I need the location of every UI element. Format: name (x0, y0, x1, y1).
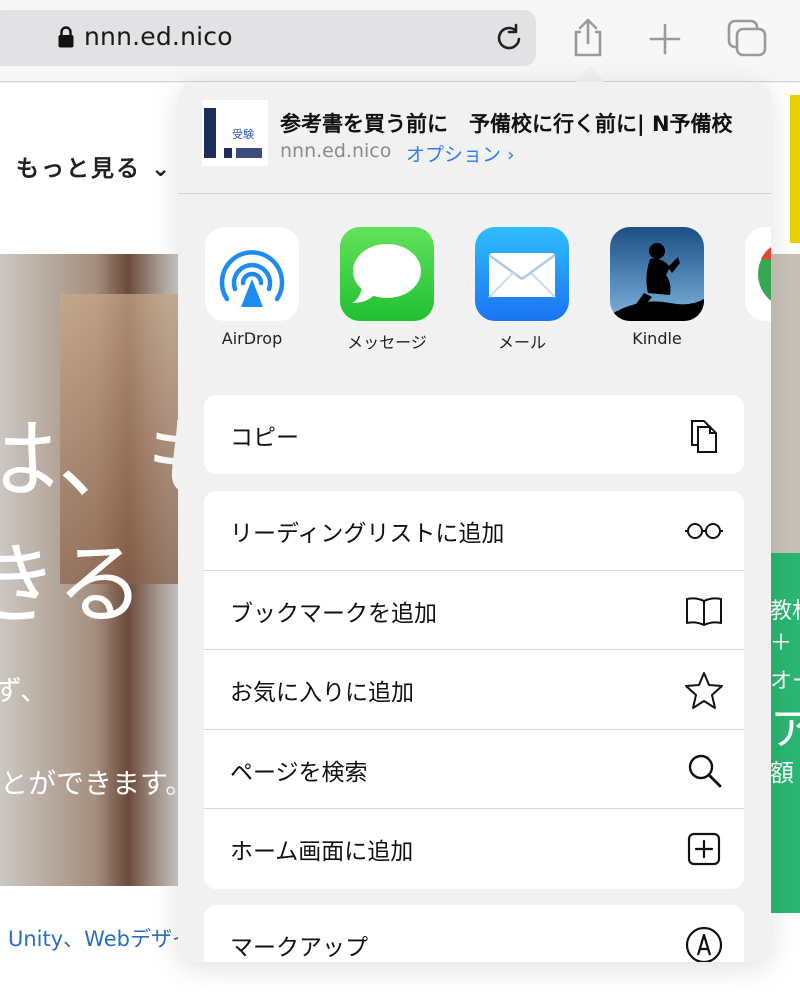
book-icon (686, 596, 722, 626)
hero-text-line1: ず、 (0, 674, 49, 707)
tabs-icon[interactable] (725, 18, 769, 58)
action-label: ページを検索 (230, 759, 368, 786)
app-mail[interactable]: メール (474, 227, 570, 353)
star-icon (685, 672, 723, 710)
banner-text: オー (770, 669, 800, 694)
course-link[interactable]: Unity、Webデザイ (8, 923, 193, 953)
add-square-icon (687, 833, 721, 866)
copy-group: コピー (204, 395, 744, 474)
url-text[interactable]: nnn.ed.nico (84, 22, 233, 51)
banner-text: ア (770, 704, 800, 755)
app-label: Kindle (632, 329, 682, 348)
banner-text: 額 1 (770, 759, 800, 787)
popover-arrow (574, 66, 606, 83)
side-banner (790, 95, 800, 243)
kindle-icon (610, 243, 704, 321)
action-copy[interactable]: コピー (204, 395, 744, 474)
markup-icon (685, 926, 723, 962)
app-messages[interactable]: メッセージ (339, 227, 435, 353)
browser-toolbar: nnn.ed.nico (0, 0, 800, 82)
page-thumbnail: 受験 (202, 100, 268, 166)
airdrop-icon (219, 250, 285, 307)
action-label: ブックマークを追加 (230, 600, 437, 627)
chrome-icon (758, 246, 771, 301)
action-label: ホーム画面に追加 (230, 839, 414, 866)
share-sheet-header: 受験 参考書を買う前に 予備校に行く前に| N予備校 nnn.ed.nico オ… (178, 82, 771, 194)
search-icon (688, 754, 722, 788)
share-icon[interactable] (570, 18, 606, 58)
address-bar[interactable] (0, 10, 536, 66)
action-favorites[interactable]: お気に入りに追加 (204, 650, 744, 730)
action-label: お気に入りに追加 (230, 680, 414, 707)
thumbnail-text: 受験 (232, 128, 254, 141)
app-chrome[interactable]: C (744, 227, 771, 348)
app-label: C (744, 329, 771, 348)
mail-icon (488, 253, 556, 298)
action-markup[interactable]: マークアップ (204, 905, 744, 962)
app-label: AirDrop (221, 329, 283, 348)
reload-icon[interactable] (494, 22, 526, 54)
app-kindle[interactable]: Kindle (609, 227, 705, 348)
page-title: 参考書を買う前に 予備校に行く前に| N予備校 (280, 112, 733, 136)
actions-group: リーディングリストに追加 ブックマークを追加 お気に入りに追加 ページを検索 ホ… (204, 491, 744, 889)
messages-icon (352, 244, 421, 303)
more-link[interactable]: もっと見る ⌄ (16, 149, 172, 183)
copy-icon (691, 420, 717, 453)
action-bookmark[interactable]: ブックマークを追加 (204, 571, 744, 651)
banner-text: ＋ フ (770, 631, 800, 656)
action-label: マークアップ (230, 935, 368, 961)
hero-heading-line2: きる (0, 533, 145, 636)
page-domain: nnn.ed.nico (280, 140, 392, 162)
glasses-icon (685, 523, 723, 539)
add-tab-icon[interactable] (648, 22, 682, 56)
action-add-to-home[interactable]: ホーム画面に追加 (204, 809, 744, 889)
options-link[interactable]: オプション › (406, 140, 515, 167)
app-label: メッセージ (347, 333, 427, 352)
hero-text-line2: とができます。 (0, 767, 194, 800)
app-label: メール (497, 333, 546, 352)
share-sheet: 受験 参考書を買う前に 予備校に行く前に| N予備校 nnn.ed.nico オ… (178, 82, 771, 962)
app-airdrop[interactable]: AirDrop (204, 227, 300, 348)
markup-group: マークアップ (204, 905, 744, 962)
lock-icon (58, 26, 74, 48)
action-label: コピー (230, 425, 299, 451)
promo-banner[interactable]: 教材 ＋ フ オー ア 額 1 (770, 553, 800, 913)
action-reading-list[interactable]: リーディングリストに追加 (204, 491, 744, 571)
action-find-on-page[interactable]: ページを検索 (204, 730, 744, 810)
banner-text: 教材 (770, 599, 800, 624)
action-label: リーディングリストに追加 (230, 521, 505, 547)
